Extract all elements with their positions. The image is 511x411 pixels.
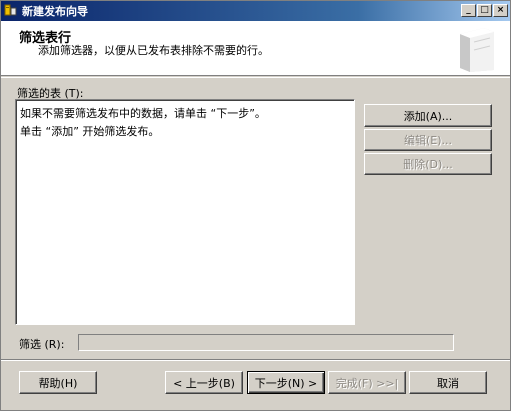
app-icon: [4, 4, 17, 16]
help-button[interactable]: 帮助(H): [19, 371, 97, 394]
finish-button[interactable]: 完成(F) >>|: [328, 371, 406, 394]
filtered-tables-list[interactable]: 如果不需要筛选发布中的数据，请单击 “下一步”。 单击 “添加” 开始筛选发布。: [15, 99, 355, 325]
minimize-button[interactable]: _: [461, 4, 476, 17]
close-button[interactable]: ×: [493, 4, 508, 17]
delete-button[interactable]: 删除(D)...: [364, 153, 492, 175]
wizard-header: 筛选表行 添加筛选器，以便从已发布表排除不需要的行。: [0, 21, 511, 76]
list-item: 如果不需要筛选发布中的数据，请单击 “下一步”。: [20, 107, 266, 120]
filter-label: 筛选 (R):: [19, 338, 65, 351]
back-button[interactable]: < 上一步(B): [165, 371, 243, 394]
list-item: 单击 “添加” 开始筛选发布。: [20, 125, 160, 138]
cancel-button[interactable]: 取消: [409, 371, 487, 394]
add-button[interactable]: 添加(A)...: [364, 104, 492, 127]
page-subtitle: 添加筛选器，以便从已发布表排除不需要的行。: [38, 44, 269, 57]
header-divider: [0, 77, 511, 78]
next-button[interactable]: 下一步(N) >: [247, 371, 325, 394]
filter-field: [78, 334, 454, 351]
footer-divider-highlight: [0, 360, 511, 361]
edit-button[interactable]: 编辑(E)...: [364, 129, 492, 151]
wizard-banner-icon: [460, 28, 494, 72]
window-title: 新建发布向导: [22, 5, 88, 18]
title-bar[interactable]: 新建发布向导 _ □ ×: [0, 0, 511, 21]
maximize-button[interactable]: □: [477, 4, 492, 17]
